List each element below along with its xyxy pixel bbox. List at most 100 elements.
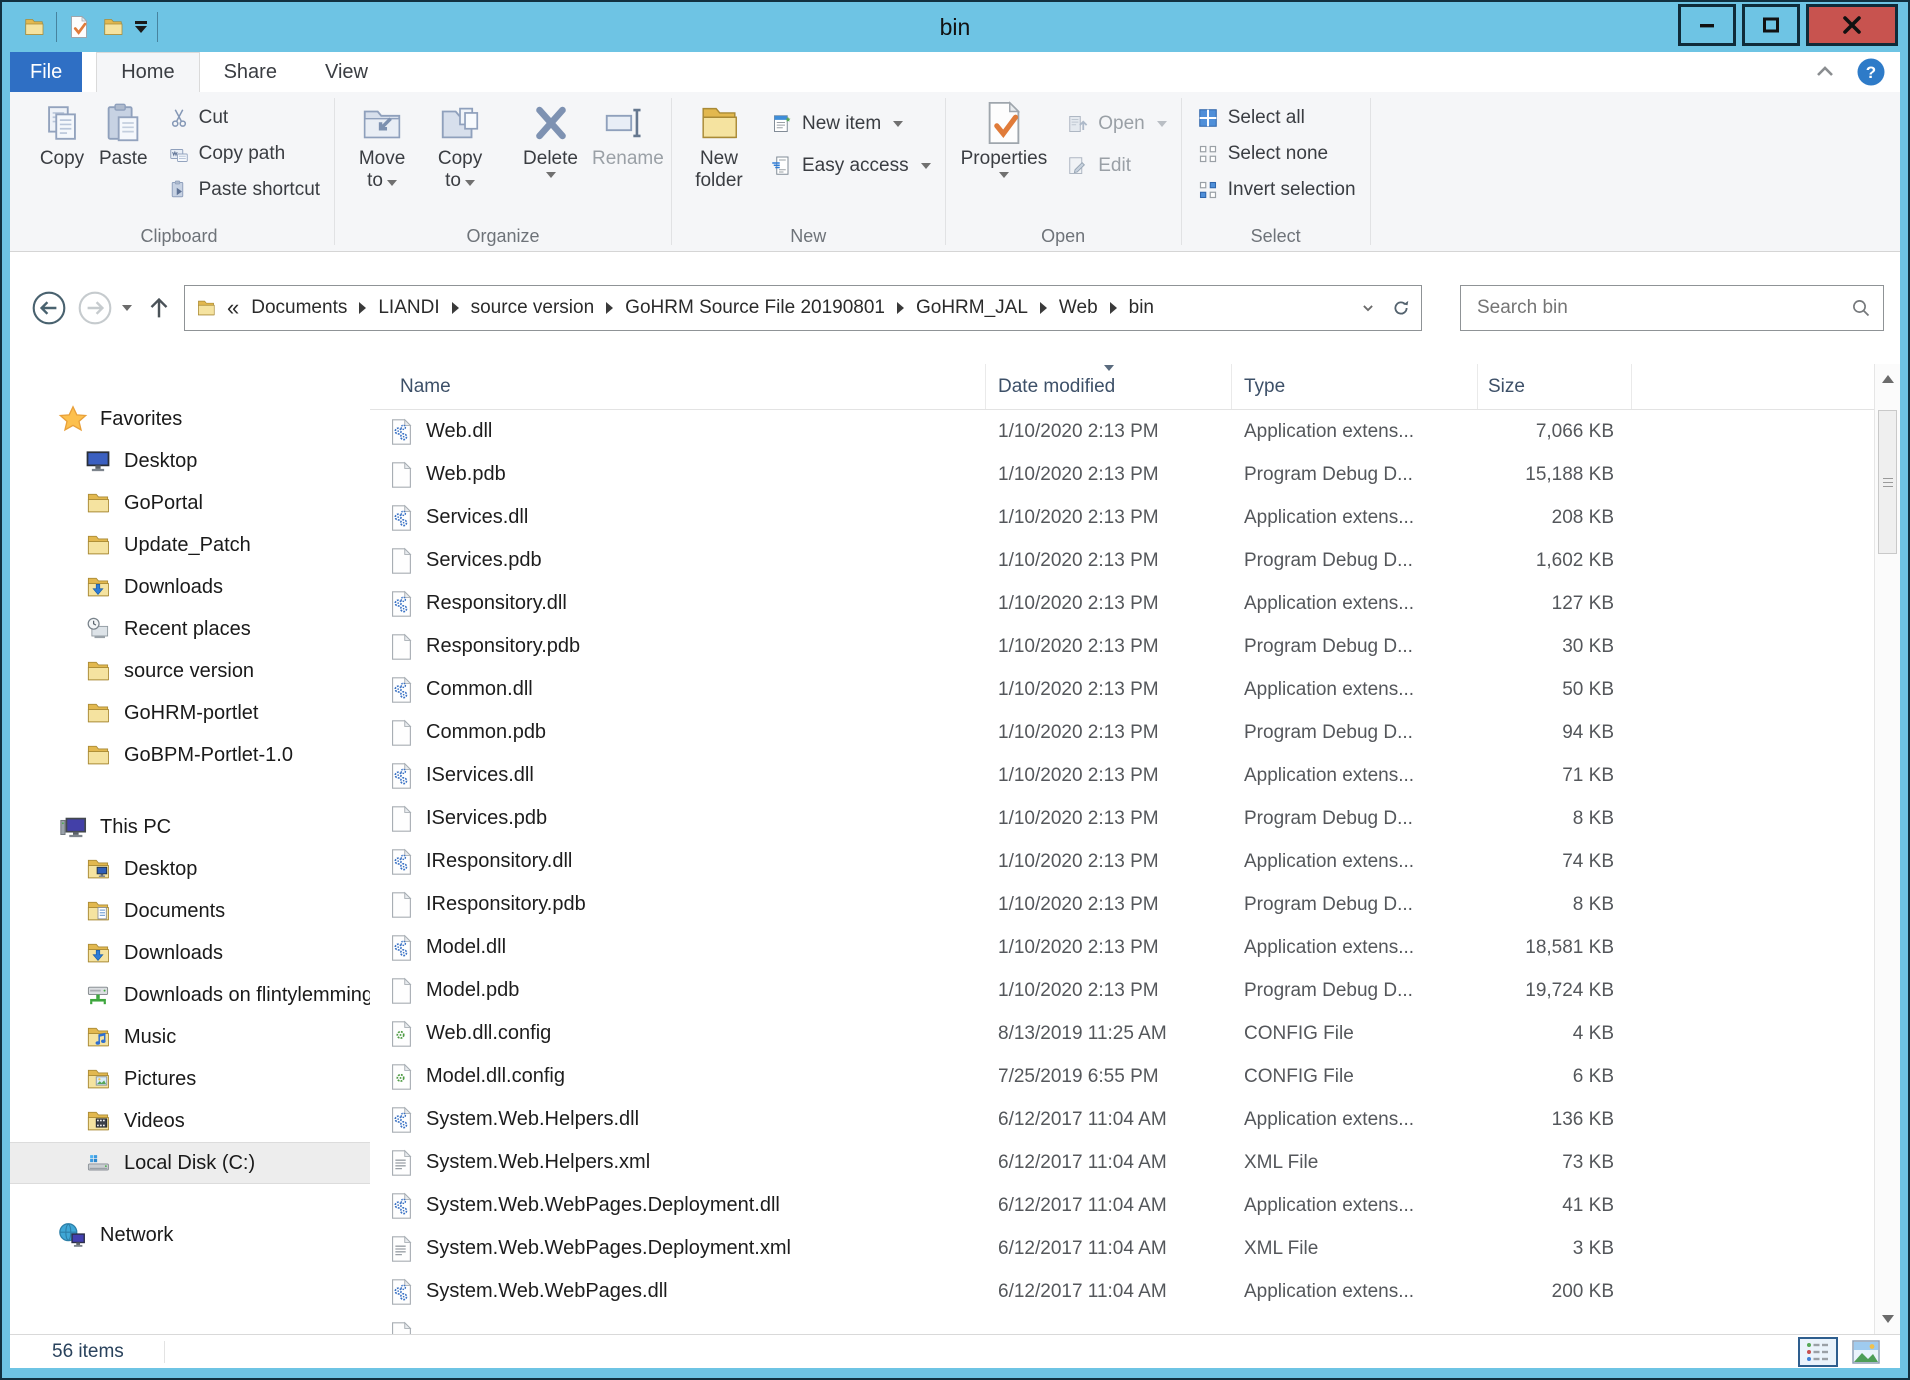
details-view-button[interactable] — [1798, 1337, 1838, 1367]
breadcrumb-arrow-icon[interactable] — [1040, 302, 1047, 314]
breadcrumb-item-gohrm-jal[interactable]: GoHRM_JAL — [916, 297, 1028, 319]
breadcrumb-item-web[interactable]: Web — [1059, 297, 1098, 319]
sidebar-item-local-disk-c[interactable]: Local Disk (C:) — [10, 1142, 370, 1184]
sidebar-section-header-this-pc[interactable]: This PC — [10, 806, 370, 848]
recent-locations-caret-icon[interactable] — [122, 305, 132, 311]
up-button[interactable] — [144, 293, 174, 323]
search-box[interactable] — [1460, 285, 1884, 331]
sidebar-item-music[interactable]: Music — [10, 1016, 370, 1058]
table-row[interactable]: IResponsitory.pdb 1/10/2020 2:13 PM Prog… — [370, 883, 1874, 926]
sidebar-section-header-network[interactable]: Network — [10, 1214, 370, 1256]
table-row[interactable]: Services.pdb 1/10/2020 2:13 PM Program D… — [370, 539, 1874, 582]
address-bar[interactable]: « Documents LIANDI source version GoHRM Sou… — [184, 285, 1422, 331]
breadcrumb-arrow-icon[interactable] — [897, 302, 904, 314]
minimize-button[interactable] — [1678, 4, 1736, 46]
column-header-type[interactable]: Type — [1232, 364, 1478, 409]
table-row[interactable]: System.Web.WebPages.Deployment.dll 6/12/… — [370, 1184, 1874, 1227]
cut-button[interactable]: Cut — [161, 102, 326, 134]
table-row[interactable]: Common.pdb 1/10/2020 2:13 PM Program Deb… — [370, 711, 1874, 754]
table-row[interactable]: Web.pdb 1/10/2020 2:13 PM Program Debug … — [370, 453, 1874, 496]
sidebar-item-gobpm-portlet-1-0[interactable]: GoBPM-Portlet-1.0 — [10, 734, 370, 776]
sidebar-item-desktop[interactable]: Desktop — [10, 848, 370, 890]
minimize-ribbon-icon[interactable] — [1812, 59, 1838, 85]
breadcrumb-item-source-version[interactable]: source version — [471, 297, 595, 319]
table-row[interactable]: System.Web.WebPages.Deployment.xml 6/12/… — [370, 1227, 1874, 1270]
refresh-icon[interactable] — [1389, 296, 1413, 320]
maximize-button[interactable] — [1742, 4, 1800, 46]
scroll-up-button[interactable] — [1875, 364, 1900, 394]
search-input[interactable] — [1475, 296, 1849, 320]
breadcrumb-arrow-icon[interactable] — [1110, 302, 1117, 314]
tab-share[interactable]: Share — [200, 52, 301, 92]
sidebar-item-documents[interactable]: Documents — [10, 890, 370, 932]
new-item-button[interactable]: New item — [764, 108, 937, 140]
copy-button[interactable]: Copy — [33, 98, 91, 172]
tab-home[interactable]: Home — [96, 52, 199, 92]
breadcrumb-arrow-icon[interactable] — [359, 302, 366, 314]
table-row[interactable]: System.Web.Helpers.xml 6/12/2017 11:04 A… — [370, 1141, 1874, 1184]
sidebar-item-videos[interactable]: Videos — [10, 1100, 370, 1142]
paste-button[interactable]: Paste — [93, 98, 154, 172]
scroll-down-button[interactable] — [1875, 1304, 1900, 1334]
table-row[interactable]: Common.dll 1/10/2020 2:13 PM Application… — [370, 668, 1874, 711]
table-row[interactable]: IServices.pdb 1/10/2020 2:13 PM Program … — [370, 797, 1874, 840]
vertical-scrollbar[interactable] — [1874, 364, 1900, 1334]
table-row[interactable]: Responsitory.dll 1/10/2020 2:13 PM Appli… — [370, 582, 1874, 625]
sidebar-item-recent-places[interactable]: Recent places — [10, 608, 370, 650]
sidebar-item-goportal[interactable]: GoPortal — [10, 482, 370, 524]
easy-access-button[interactable]: Easy access — [764, 150, 937, 182]
sidebar-item-source-version[interactable]: source version — [10, 650, 370, 692]
search-icon[interactable] — [1849, 296, 1873, 320]
delete-button[interactable]: Delete — [517, 98, 584, 180]
column-header-date-modified[interactable]: Date modified — [986, 364, 1232, 409]
close-button[interactable] — [1806, 4, 1898, 46]
tab-file[interactable]: File — [10, 52, 82, 92]
table-row[interactable]: System.Web.Helpers.dll 6/12/2017 11:04 A… — [370, 1098, 1874, 1141]
thumbnails-view-button[interactable] — [1846, 1337, 1886, 1367]
table-row[interactable]: IServices.dll 1/10/2020 2:13 PM Applicat… — [370, 754, 1874, 797]
table-row[interactable]: Web.dll.config 8/13/2019 11:25 AM CONFIG… — [370, 1012, 1874, 1055]
move-to-button[interactable]: Move to — [344, 98, 420, 194]
table-row[interactable]: Model.dll 1/10/2020 2:13 PM Application … — [370, 926, 1874, 969]
forward-button[interactable] — [76, 289, 114, 327]
table-row[interactable]: Web.dll 1/10/2020 2:13 PM Application ex… — [370, 410, 1874, 453]
address-dropdown-icon[interactable] — [1357, 297, 1379, 319]
sidebar-item-gohrm-portlet[interactable]: GoHRM-portlet — [10, 692, 370, 734]
breadcrumb-overflow-chevron[interactable]: « — [227, 295, 239, 321]
edit-button[interactable]: Edit — [1060, 150, 1172, 182]
table-row[interactable]: Responsitory.pdb 1/10/2020 2:13 PM Progr… — [370, 625, 1874, 668]
scrollbar-thumb[interactable] — [1878, 410, 1897, 554]
new-folder-button[interactable]: New folder — [681, 98, 757, 194]
table-row[interactable] — [370, 1313, 1874, 1334]
table-row[interactable]: Services.dll 1/10/2020 2:13 PM Applicati… — [370, 496, 1874, 539]
table-row[interactable]: Model.dll.config 7/25/2019 6:55 PM CONFI… — [370, 1055, 1874, 1098]
column-header-name[interactable]: Name — [370, 364, 986, 409]
open-button[interactable]: Open — [1060, 108, 1172, 140]
sidebar-section-header-favorites[interactable]: Favorites — [10, 398, 370, 440]
sidebar-item-desktop[interactable]: Desktop — [10, 440, 370, 482]
breadcrumb-item-bin[interactable]: bin — [1129, 297, 1154, 319]
copy-path-button[interactable]: Copy path — [161, 138, 326, 170]
select-none-button[interactable]: Select none — [1190, 138, 1362, 170]
column-header-size[interactable]: Size — [1478, 364, 1632, 409]
tab-view[interactable]: View — [301, 52, 392, 92]
properties-button[interactable]: Properties — [955, 98, 1054, 180]
qat-dropdown-icon[interactable] — [135, 21, 147, 33]
breadcrumb-arrow-icon[interactable] — [606, 302, 613, 314]
sidebar-item-downloads-on-flintylemming[interactable]: Downloads on flintylemming — [10, 974, 370, 1016]
breadcrumb-item-documents[interactable]: Documents — [251, 297, 347, 319]
paste-shortcut-button[interactable]: Paste shortcut — [161, 174, 326, 206]
new-folder-icon[interactable] — [101, 15, 125, 39]
help-icon[interactable]: ? — [1856, 57, 1886, 87]
copy-to-button[interactable]: Copy to — [422, 98, 498, 194]
select-all-button[interactable]: Select all — [1190, 102, 1362, 134]
properties-icon[interactable] — [67, 15, 91, 39]
breadcrumb-arrow-icon[interactable] — [452, 302, 459, 314]
rename-button[interactable]: Rename — [586, 98, 662, 172]
folder-icon[interactable] — [22, 15, 46, 39]
breadcrumb-item-gohrm-source-file-20190801[interactable]: GoHRM Source File 20190801 — [625, 297, 885, 319]
sidebar-item-update-patch[interactable]: Update_Patch — [10, 524, 370, 566]
breadcrumb-item-liandi[interactable]: LIANDI — [378, 297, 439, 319]
sidebar-item-pictures[interactable]: Pictures — [10, 1058, 370, 1100]
table-row[interactable]: Model.pdb 1/10/2020 2:13 PM Program Debu… — [370, 969, 1874, 1012]
